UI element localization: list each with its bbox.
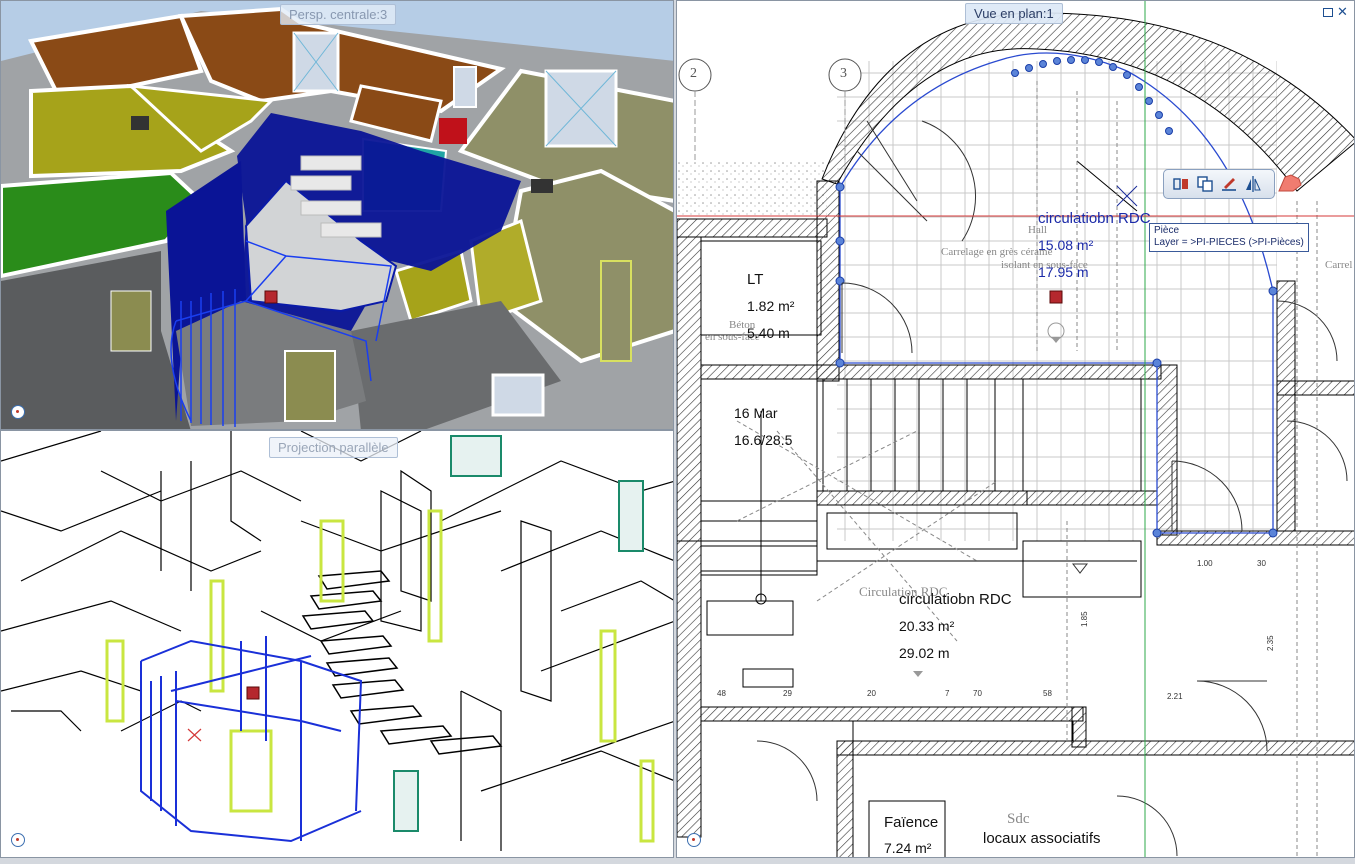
perspective-viewport-title[interactable]: Persp. centrale:3: [280, 4, 397, 25]
room-name-locaux[interactable]: locaux associatifs: [983, 830, 1101, 847]
copy-icon[interactable]: [1196, 175, 1214, 193]
viewport-nav-icon[interactable]: [687, 833, 701, 847]
plan-viewport-title[interactable]: Vue en plan:1: [965, 3, 1063, 24]
room-name-lt[interactable]: LT: [747, 271, 763, 288]
plan-viewport[interactable]: 48 29 20 7 70 58 1.00 30 1.85 2.35 2.21 2 3 C…: [676, 0, 1355, 858]
room-name-faience[interactable]: Faïence: [884, 814, 938, 831]
room-name-circulation-top[interactable]: circulatiobn RDC: [1038, 210, 1151, 227]
edit-icon[interactable]: [1220, 175, 1238, 193]
svg-text:70: 70: [973, 689, 982, 698]
svg-text:1.00: 1.00: [1197, 559, 1213, 568]
room-area-circulation-top: 15.08 m²: [1038, 237, 1094, 253]
close-icon[interactable]: ✕: [1337, 5, 1348, 18]
object-info-tooltip: Pièce Layer = >PI-PIECES (>PI-Pièces): [1149, 223, 1309, 252]
tooltip-layer: Layer = >PI-PIECES (>PI-Pièces): [1154, 237, 1304, 248]
perspective-scene[interactable]: [1, 1, 674, 430]
sdc-grey-label: Sdc: [1007, 811, 1030, 827]
perspective-viewport[interactable]: Persp. centrale:3: [0, 0, 674, 430]
viewport-nav-icon[interactable]: [11, 833, 25, 847]
parallel-scene[interactable]: [1, 431, 674, 858]
room-area-lt: 1.82 m²: [747, 298, 795, 314]
svg-text:48: 48: [717, 689, 726, 698]
room-marker-red[interactable]: [1049, 290, 1063, 304]
viewport-window-controls: ✕: [1323, 5, 1348, 18]
selection-marker[interactable]: [246, 686, 260, 700]
room-area-faience: 7.24 m²: [884, 840, 932, 856]
room-perimeter-circulation-top: 17.95 m: [1038, 264, 1089, 280]
room-perimeter-circulation-main: 29.02 m: [899, 645, 950, 661]
grid-label-2: 2: [690, 66, 697, 81]
floor-plan-drawing[interactable]: 48 29 20 7 70 58 1.00 30 1.85 2.35 2.21: [677, 1, 1355, 858]
finish-label-right: Carrel: [1325, 259, 1353, 271]
room-area-circulation-main: 20.33 m²: [899, 618, 955, 634]
maximize-icon[interactable]: [1323, 8, 1333, 17]
svg-text:20: 20: [867, 689, 876, 698]
mirror-icon[interactable]: [1244, 175, 1262, 193]
svg-text:2.21: 2.21: [1167, 692, 1183, 701]
room-name-circulation-main[interactable]: circulatiobn RDC: [899, 591, 1012, 608]
svg-text:29: 29: [783, 689, 792, 698]
selection-marker[interactable]: [264, 290, 278, 304]
stairs-count[interactable]: 16 Mar: [734, 405, 778, 421]
svg-text:7: 7: [945, 689, 950, 698]
svg-text:2.35: 2.35: [1266, 635, 1275, 651]
offset-icon[interactable]: [1172, 175, 1190, 193]
stairs-ratio: 16.6/28.5: [734, 432, 793, 448]
svg-text:58: 58: [1043, 689, 1052, 698]
hand-cursor-icon: [1278, 174, 1302, 192]
svg-text:30: 30: [1257, 559, 1266, 568]
parallel-viewport-title[interactable]: Projection parallèle: [269, 437, 398, 458]
room-perimeter-lt: 5.40 m: [747, 325, 790, 341]
object-context-toolbar[interactable]: [1163, 169, 1275, 199]
parallel-projection-viewport[interactable]: Projection parallèle: [0, 430, 674, 858]
svg-text:1.85: 1.85: [1080, 611, 1089, 627]
tooltip-object-type: Pièce: [1154, 225, 1180, 236]
viewport-nav-icon[interactable]: [11, 405, 25, 419]
floor-finish-label: Carrelage en grès cérame: [941, 246, 1053, 258]
grid-label-3: 3: [840, 66, 847, 81]
